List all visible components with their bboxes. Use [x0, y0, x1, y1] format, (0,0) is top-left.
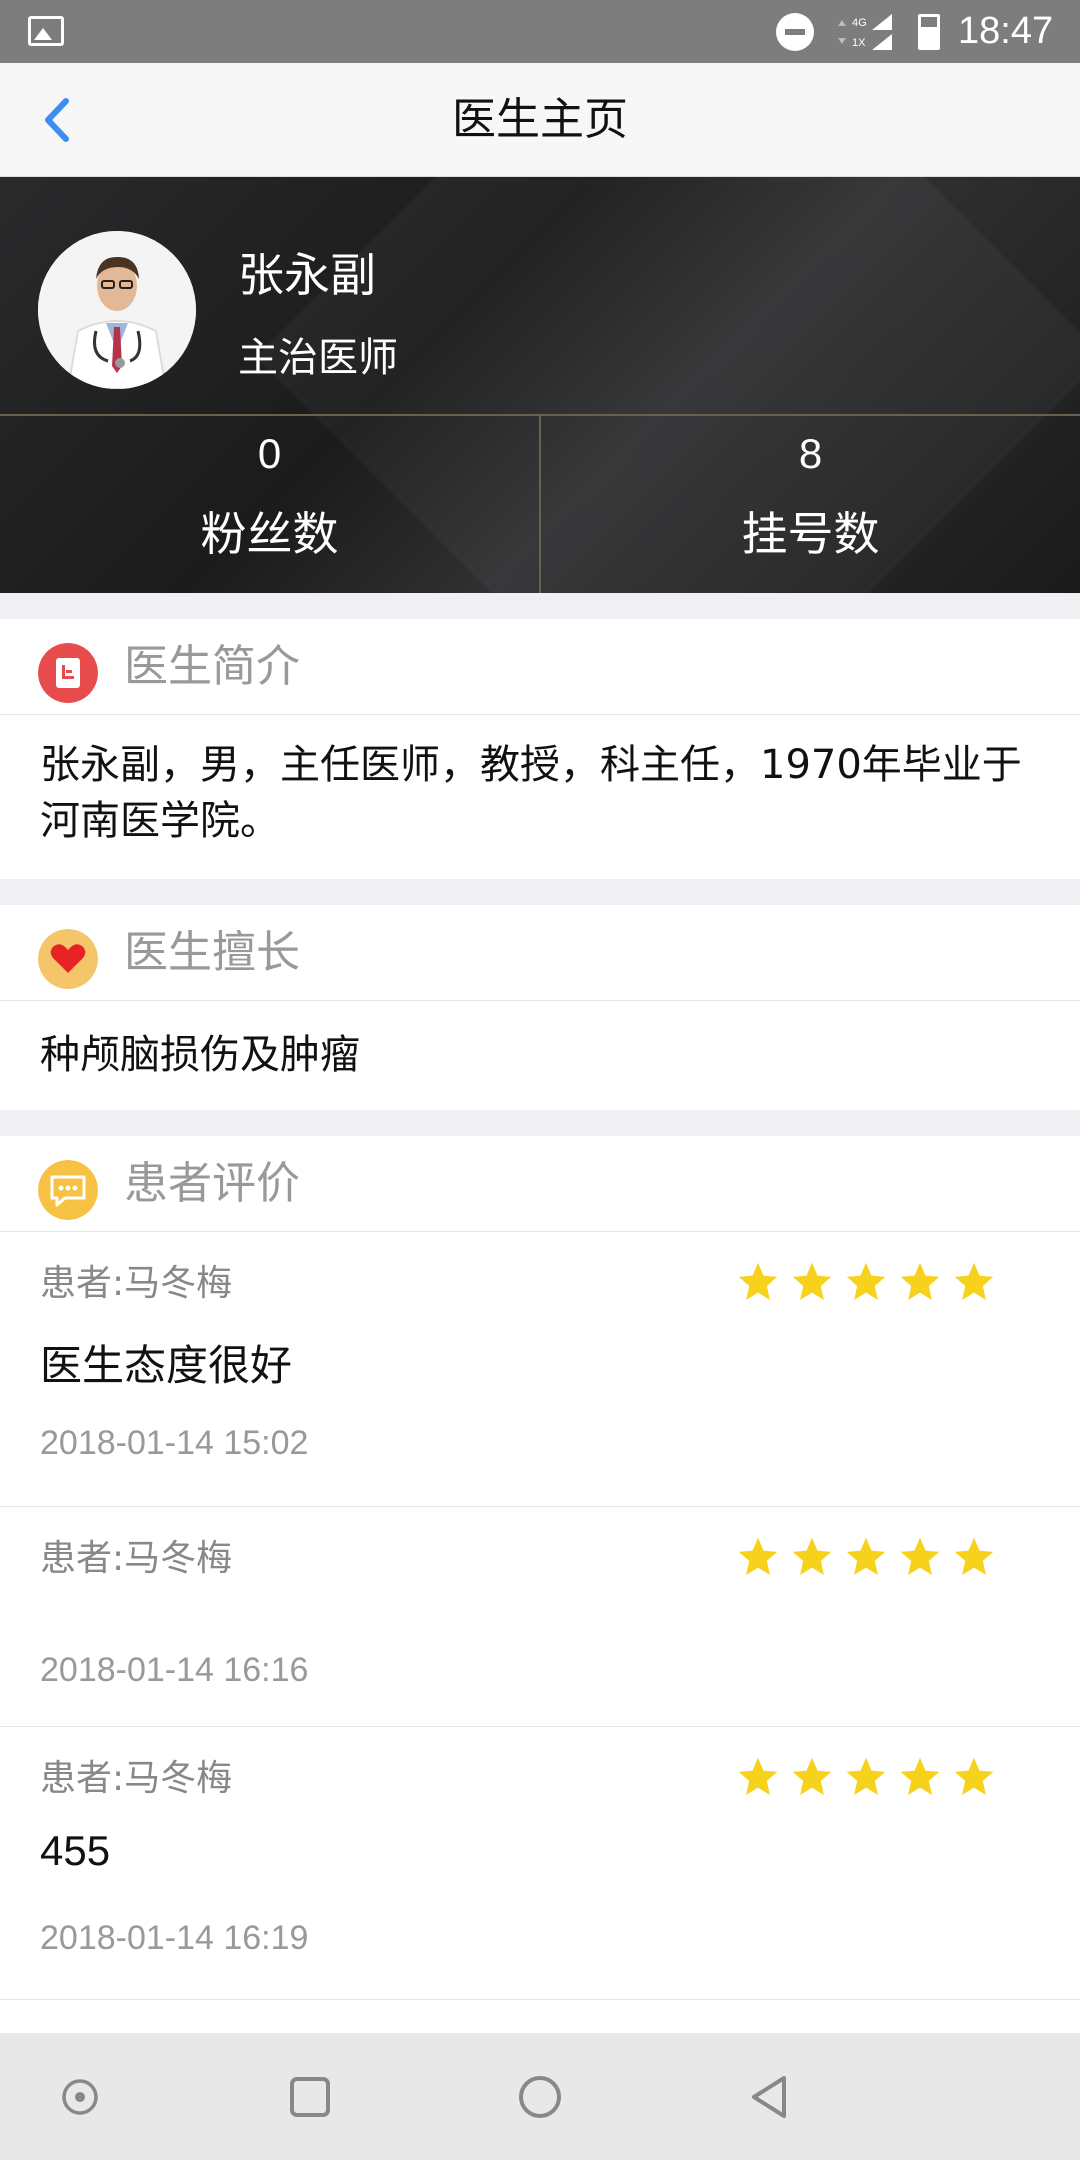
review-item: 患者:马冬梅 医生态度很好 2018-01-14 15:02 [0, 1232, 1080, 1507]
star-icon [738, 1757, 778, 1795]
registrations-label: 挂号数 [741, 507, 880, 561]
fans-count: 0 [257, 430, 282, 477]
review-item: 患者:马冬梅 455 2018-01-14 16:19 [0, 1727, 1080, 2000]
battery-icon [918, 14, 940, 50]
system-nav-bar [0, 2033, 1080, 2160]
review-patient: 患者:马冬梅 [40, 1538, 233, 1579]
status-bar: 4G 1X 18:47 [0, 0, 1080, 63]
fans-label: 粉丝数 [200, 507, 339, 561]
star-icon [954, 1757, 994, 1795]
registrations-stat[interactable]: 8 挂号数 [539, 416, 1080, 593]
reviews-header: 患者评价 [0, 1136, 1080, 1232]
doctor-profile-card: 张永副 主治医师 0 粉丝数 8 挂号数 [0, 177, 1080, 593]
intro-heading: 医生简介 [124, 641, 300, 692]
signal-4g-icon: 4G 1X [838, 14, 892, 50]
review-time: 2018-01-14 15:02 [40, 1424, 309, 1462]
reviews-heading: 患者评价 [124, 1158, 300, 1209]
star-icon [792, 1262, 832, 1300]
review-content: 455 [40, 1827, 111, 1874]
review-patient: 患者:马冬梅 [40, 1263, 233, 1304]
intro-section: 医生简介 张永副，男，主任医师，教授，科主任，1970年毕业于河南医学院。 [0, 619, 1080, 879]
star-icon [846, 1757, 886, 1795]
record-icon[interactable] [56, 2073, 104, 2121]
app-header: 医生主页 [0, 63, 1080, 177]
review-time: 2018-01-14 16:16 [40, 1651, 309, 1689]
review-item: 患者:马冬梅 2018-01-14 16:16 [0, 1507, 1080, 1727]
document-icon [38, 643, 98, 703]
star-rating [736, 1260, 996, 1304]
star-icon [738, 1262, 778, 1300]
star-icon [792, 1757, 832, 1795]
star-icon [900, 1757, 940, 1795]
star-rating [736, 1755, 996, 1799]
specialty-header: 医生擅长 [0, 905, 1080, 1001]
review-time: 2018-01-14 16:19 [40, 1919, 309, 1957]
status-time: 18:47 [958, 10, 1054, 52]
specialty-section: 医生擅长 种颅脑损伤及肿瘤 [0, 905, 1080, 1110]
star-icon [738, 1537, 778, 1575]
page-title: 医生主页 [452, 94, 628, 145]
star-icon [900, 1537, 940, 1575]
recents-square-icon[interactable] [286, 2073, 334, 2121]
doctor-stats: 0 粉丝数 8 挂号数 [0, 414, 1080, 593]
star-icon [846, 1537, 886, 1575]
star-icon [954, 1537, 994, 1575]
back-triangle-icon[interactable] [746, 2073, 794, 2121]
review-patient: 患者:马冬梅 [40, 1758, 233, 1799]
star-icon [846, 1262, 886, 1300]
chat-icon [38, 1160, 98, 1220]
star-icon [900, 1262, 940, 1300]
doctor-title: 主治医师 [238, 335, 398, 381]
registrations-count: 8 [798, 430, 823, 477]
star-icon [792, 1537, 832, 1575]
svg-text:1X: 1X [852, 37, 866, 49]
heart-icon [38, 929, 98, 989]
fans-stat[interactable]: 0 粉丝数 [0, 416, 539, 593]
image-icon [28, 16, 64, 46]
doctor-name: 张永副 [238, 248, 376, 302]
review-content: 医生态度很好 [40, 1341, 293, 1390]
reviews-section: 患者评价 患者:马冬梅 医生态度很好 2018-01-14 15:02 患者:马… [0, 1136, 1080, 2033]
specialty-text: 种颅脑损伤及肿瘤 [40, 1032, 360, 1078]
intro-header: 医生简介 [0, 619, 1080, 715]
doctor-avatar-illustration [38, 231, 196, 389]
svg-text:4G: 4G [852, 17, 867, 29]
avatar[interactable] [38, 231, 196, 389]
star-icon [954, 1262, 994, 1300]
intro-text: 张永副，男，主任医师，教授，科主任，1970年毕业于河南医学院。 [40, 742, 1022, 844]
do-not-disturb-icon [776, 13, 814, 51]
star-rating [736, 1535, 996, 1579]
specialty-heading: 医生擅长 [124, 927, 300, 978]
home-circle-icon[interactable] [516, 2073, 564, 2121]
